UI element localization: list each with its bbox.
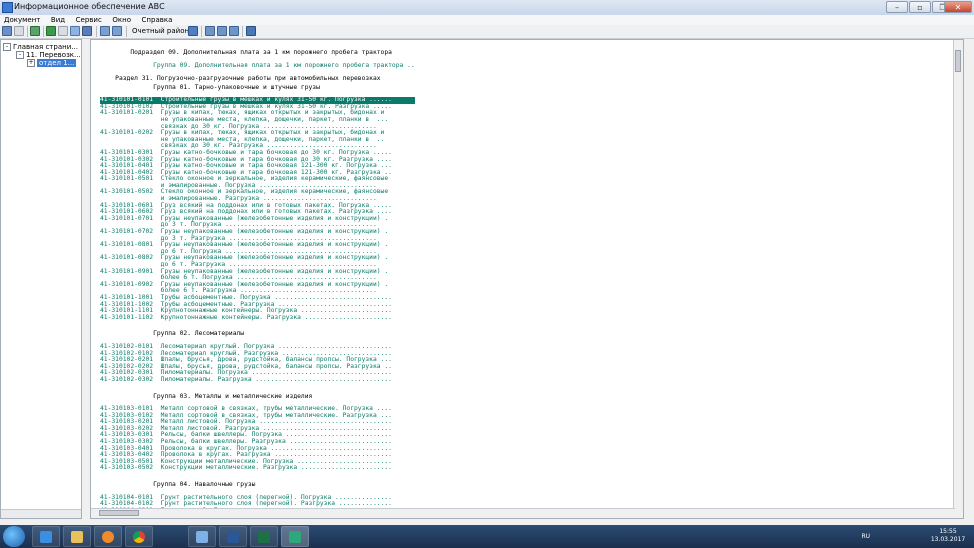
- scroll-thumb[interactable]: [955, 50, 961, 72]
- language-indicator[interactable]: RU: [861, 533, 870, 540]
- tree-item-label: Главная страни...: [13, 43, 78, 51]
- title-bar: Информационное обеспечение АВС – ▫ ❐ ✕: [0, 0, 974, 16]
- clock[interactable]: 15:55 13.03.2017: [930, 528, 966, 544]
- tree-item-department[interactable]: + отдел 1...: [27, 59, 77, 67]
- toolbar: Очетный район: 1: [0, 25, 974, 39]
- minimize-button[interactable]: –: [886, 1, 908, 13]
- collapse-icon[interactable]: -: [16, 51, 24, 59]
- group-heading: Группа 02. Лесоматериалы: [153, 330, 245, 338]
- menu-service[interactable]: Сервис: [72, 15, 106, 25]
- folder-icon[interactable]: [63, 526, 91, 547]
- table-row[interactable]: 41-310103-0502 Конструкции металлические…: [100, 465, 415, 472]
- start-button[interactable]: [3, 526, 25, 547]
- export-icon[interactable]: [246, 26, 256, 36]
- print-preview-icon[interactable]: [217, 26, 227, 36]
- ie-icon[interactable]: [32, 526, 60, 547]
- table-row[interactable]: 41-310102-0302 Пиломатериалы. Разгрузка …: [100, 376, 415, 384]
- group-heading: Группа 04. Навалочные грузы: [153, 481, 256, 489]
- menu-document[interactable]: Документ: [0, 15, 44, 25]
- menu-window[interactable]: Окно: [108, 15, 135, 25]
- grid-icon[interactable]: [2, 26, 12, 36]
- maximize-button[interactable]: ▫: [909, 1, 931, 13]
- taskbar: RU 15:55 13.03.2017: [0, 525, 974, 548]
- menu-help[interactable]: Справка: [138, 15, 177, 25]
- vertical-scrollbar[interactable]: [953, 40, 963, 518]
- word-icon[interactable]: [219, 526, 247, 547]
- section-heading: Раздел 31. Погрузочно-разгрузочные работ…: [115, 74, 381, 82]
- app-icon: [2, 2, 13, 13]
- clock-date: 13.03.2017: [930, 536, 966, 543]
- group-list: Группа 01. Тарно-упаковочные и штучные г…: [100, 83, 415, 518]
- clock-time: 15:55: [939, 528, 957, 535]
- document-view: Подраздел 09. Дополнительная плата за 1 …: [90, 39, 964, 519]
- tree-item-label: отдел 1...: [37, 59, 77, 67]
- dropdown-arrow-icon[interactable]: [14, 26, 24, 36]
- group-heading: Группа 01. Тарно-упаковочные и штучные г…: [153, 83, 320, 91]
- tree-item-transport[interactable]: -11. Перевозк...: [16, 51, 81, 59]
- collapse-icon[interactable]: -: [3, 43, 11, 51]
- expand-icon[interactable]: +: [27, 59, 35, 67]
- edit-region-icon[interactable]: [188, 26, 198, 36]
- refresh-icon[interactable]: [30, 26, 40, 36]
- media-icon[interactable]: [94, 526, 122, 547]
- chrome-icon[interactable]: [125, 526, 153, 547]
- sidebar-horizontal-scrollbar[interactable]: [1, 509, 81, 518]
- scroll-thumb[interactable]: [99, 510, 139, 516]
- subsection-heading: Подраздел 09. Дополнительная плата за 1 …: [130, 48, 392, 56]
- excel-icon[interactable]: [250, 526, 278, 547]
- horizontal-scrollbar[interactable]: [91, 508, 955, 518]
- menu-bar: Документ Вид Сервис Окно Справка: [0, 15, 974, 25]
- table-row[interactable]: 41-310101-1102 Крупнотоннажные контейнер…: [100, 314, 415, 322]
- back-dropdown-icon[interactable]: [58, 26, 68, 36]
- menu-view[interactable]: Вид: [47, 15, 69, 25]
- window-title: Информационное обеспечение АВС: [14, 2, 165, 11]
- close-button[interactable]: ✕: [944, 1, 972, 13]
- tree-item-home[interactable]: - Главная страни...: [3, 43, 78, 51]
- forward-icon[interactable]: [70, 26, 80, 36]
- abc-app-icon[interactable]: [281, 526, 309, 547]
- find-icon[interactable]: [100, 26, 110, 36]
- document-text: Подраздел 09. Дополнительная плата за 1 …: [100, 43, 415, 518]
- find-next-icon[interactable]: [112, 26, 122, 36]
- network-icon[interactable]: [188, 526, 216, 547]
- back-icon[interactable]: [46, 26, 56, 36]
- print-icon[interactable]: [229, 26, 239, 36]
- home-icon[interactable]: [82, 26, 92, 36]
- tree-item-label: 11. Перевозк...: [26, 51, 81, 59]
- navigation-tree: - Главная страни... -11. Перевозк... + отд…: [0, 39, 82, 519]
- group-heading: Группа 03. Металлы и металлические издел…: [153, 392, 313, 400]
- zoom-icon[interactable]: [205, 26, 215, 36]
- group-link[interactable]: Группа 09. Дополнительная плата за 1 км …: [100, 62, 415, 69]
